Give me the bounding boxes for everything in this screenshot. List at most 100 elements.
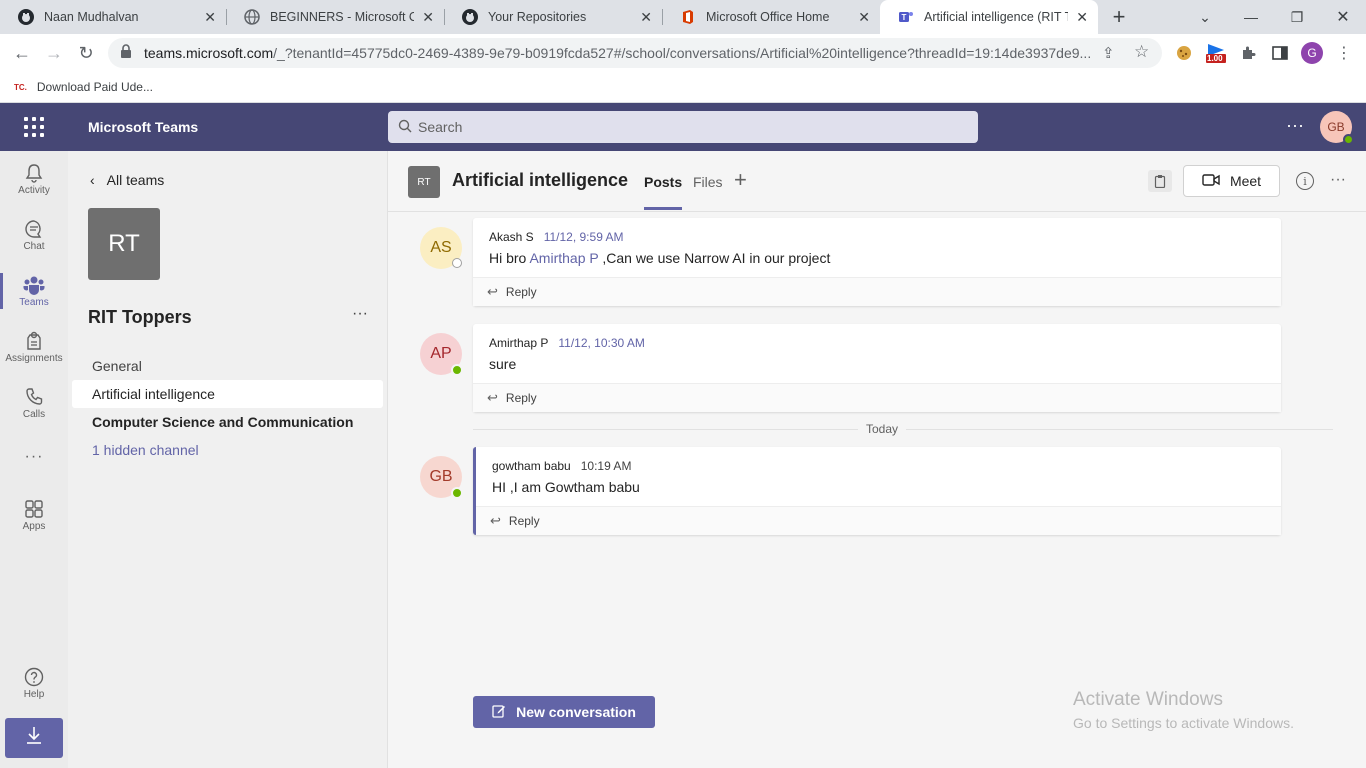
forward-button[interactable]: → [41, 41, 67, 65]
bookmark-item[interactable]: Download Paid Ude... [37, 80, 153, 94]
download-app-button[interactable] [5, 718, 63, 758]
more-options-icon[interactable]: ··· [1286, 115, 1304, 136]
url-text: teams.microsoft.com/_?tenantId=45775dc0-… [144, 45, 1094, 61]
presence-away-icon [452, 258, 462, 268]
browser-tab[interactable]: BEGINNERS - Microsoft Offic ✕ [226, 0, 444, 34]
tab-label: Your Repositories [488, 10, 587, 24]
search-placeholder: Search [418, 119, 463, 135]
chevron-down-icon[interactable]: ⌄ [1182, 0, 1228, 34]
rail-item-assignments[interactable]: Assignments [0, 321, 68, 373]
new-tab-button[interactable]: + [1106, 4, 1132, 29]
meet-label: Meet [1229, 173, 1262, 189]
avatar-initials: AP [430, 345, 452, 362]
post-author[interactable]: gowtham babu [492, 459, 571, 473]
tab-posts[interactable]: Posts [644, 174, 683, 210]
post-meta: Akash S 11/12, 9:59 AM [489, 230, 1265, 244]
meet-button[interactable]: Meet [1183, 165, 1280, 197]
close-icon[interactable]: ✕ [858, 9, 870, 26]
close-icon[interactable]: ✕ [1076, 9, 1088, 26]
close-icon[interactable]: ✕ [204, 9, 216, 26]
user-initials: GB [1327, 120, 1345, 134]
user-avatar[interactable]: GB [1320, 111, 1354, 145]
rail-item-teams[interactable]: Teams [0, 265, 68, 317]
reply-button[interactable]: ↩ Reply [473, 384, 1281, 412]
team-more-options-icon[interactable]: ··· [352, 305, 368, 323]
avatar[interactable]: AP [420, 333, 463, 376]
channel-item-computer-science[interactable]: Computer Science and Communication [72, 408, 383, 436]
clipboard-icon[interactable] [1148, 170, 1172, 192]
all-teams-link[interactable]: ‹ All teams [90, 172, 164, 188]
speed-extension-icon[interactable]: 1.00 [1203, 42, 1229, 64]
add-tab-icon[interactable]: + [734, 167, 747, 193]
reply-button[interactable]: ↩ Reply [476, 507, 1281, 535]
minimize-button[interactable]: — [1228, 0, 1274, 34]
side-panel-icon[interactable] [1268, 42, 1292, 64]
rail-label: Teams [19, 296, 49, 308]
video-camera-icon [1202, 173, 1220, 189]
channel-more-options-icon[interactable]: ··· [1330, 171, 1346, 189]
lock-icon[interactable] [120, 43, 132, 63]
bookmark-star-icon[interactable]: ☆ [1134, 42, 1149, 62]
address-bar[interactable]: teams.microsoft.com/_?tenantId=45775dc0-… [108, 38, 1162, 68]
chat-icon [24, 219, 44, 241]
post-body: Akash S 11/12, 9:59 AM Hi bro Amirthap P … [473, 218, 1281, 278]
post-author[interactable]: Akash S [489, 230, 534, 244]
svg-text:T: T [902, 13, 907, 22]
download-icon [25, 725, 43, 751]
reply-button[interactable]: ↩ Reply [473, 278, 1281, 306]
main-content: RT Artificial intelligence Posts Files +… [388, 151, 1366, 768]
tab-label: Artificial intelligence (RIT Top [924, 10, 1068, 24]
rail-item-calls[interactable]: Calls [0, 377, 68, 429]
rail-label: Activity [18, 184, 50, 196]
mention-link[interactable]: Amirthap P [529, 250, 598, 266]
browser-tab[interactable]: Microsoft Office Home ✕ [662, 0, 880, 34]
teams-header: Microsoft Teams Search ··· GB [0, 103, 1366, 151]
rail-item-help[interactable]: Help [0, 657, 68, 709]
browser-tab-bar: Naan Mudhalvan ✕ BEGINNERS - Microsoft O… [0, 0, 1366, 34]
reload-button[interactable]: ↻ [73, 41, 99, 65]
info-icon[interactable]: i [1296, 172, 1314, 190]
browser-tab-active[interactable]: T Artificial intelligence (RIT Top ✕ [880, 0, 1098, 34]
back-button[interactable]: ← [9, 41, 35, 65]
rail-label: Help [23, 688, 45, 700]
rail-label: Chat [23, 240, 45, 252]
rail-item-activity[interactable]: Activity [0, 153, 68, 205]
share-icon[interactable]: ⇪ [1102, 44, 1115, 62]
avatar[interactable]: AS [420, 227, 462, 269]
reply-icon: ↩ [487, 284, 498, 299]
channel-item-general[interactable]: General [72, 352, 383, 380]
avatar-initials: AS [430, 239, 452, 256]
profile-avatar[interactable]: G [1300, 42, 1324, 64]
hidden-channels-link[interactable]: 1 hidden channel [72, 436, 383, 464]
app-launcher-icon[interactable] [24, 117, 44, 137]
rail-item-more[interactable]: ··· [0, 433, 68, 485]
window-close-button[interactable]: ✕ [1320, 0, 1366, 34]
post-card: Akash S 11/12, 9:59 AM Hi bro Amirthap P … [473, 218, 1281, 306]
team-name: RIT Toppers [88, 307, 192, 327]
restore-button[interactable]: ❐ [1274, 0, 1320, 34]
channel-title: Artificial intelligence [452, 170, 629, 190]
avatar[interactable]: GB [420, 456, 463, 499]
browser-menu-icon[interactable]: ⋮ [1332, 42, 1356, 64]
assignments-icon [25, 331, 43, 353]
new-conversation-button[interactable]: New conversation [473, 696, 655, 728]
post-card: gowtham babu 10:19 AM HI ,I am Gowtham ba… [473, 447, 1281, 535]
close-icon[interactable]: ✕ [640, 9, 652, 26]
post-body: Amirthap P 11/12, 10:30 AM sure [473, 324, 1281, 384]
browser-tab[interactable]: Naan Mudhalvan ✕ [0, 0, 226, 34]
tab-files[interactable]: Files [693, 174, 723, 190]
bell-icon [25, 163, 43, 185]
rail-item-chat[interactable]: Chat [0, 209, 68, 261]
close-icon[interactable]: ✕ [422, 9, 434, 26]
reply-label: Reply [505, 391, 537, 405]
channel-item-artificial-intelligence[interactable]: Artificial intelligence [72, 380, 383, 408]
all-teams-label: All teams [106, 172, 165, 188]
post-meta: gowtham babu 10:19 AM [492, 459, 1265, 473]
search-input[interactable]: Search [388, 111, 978, 143]
browser-tab[interactable]: Your Repositories ✕ [444, 0, 662, 34]
extensions-puzzle-icon[interactable] [1236, 42, 1260, 64]
help-icon [24, 667, 44, 689]
cookie-extension-icon[interactable] [1172, 42, 1196, 64]
rail-item-apps[interactable]: Apps [0, 489, 68, 541]
post-author[interactable]: Amirthap P [489, 336, 548, 350]
